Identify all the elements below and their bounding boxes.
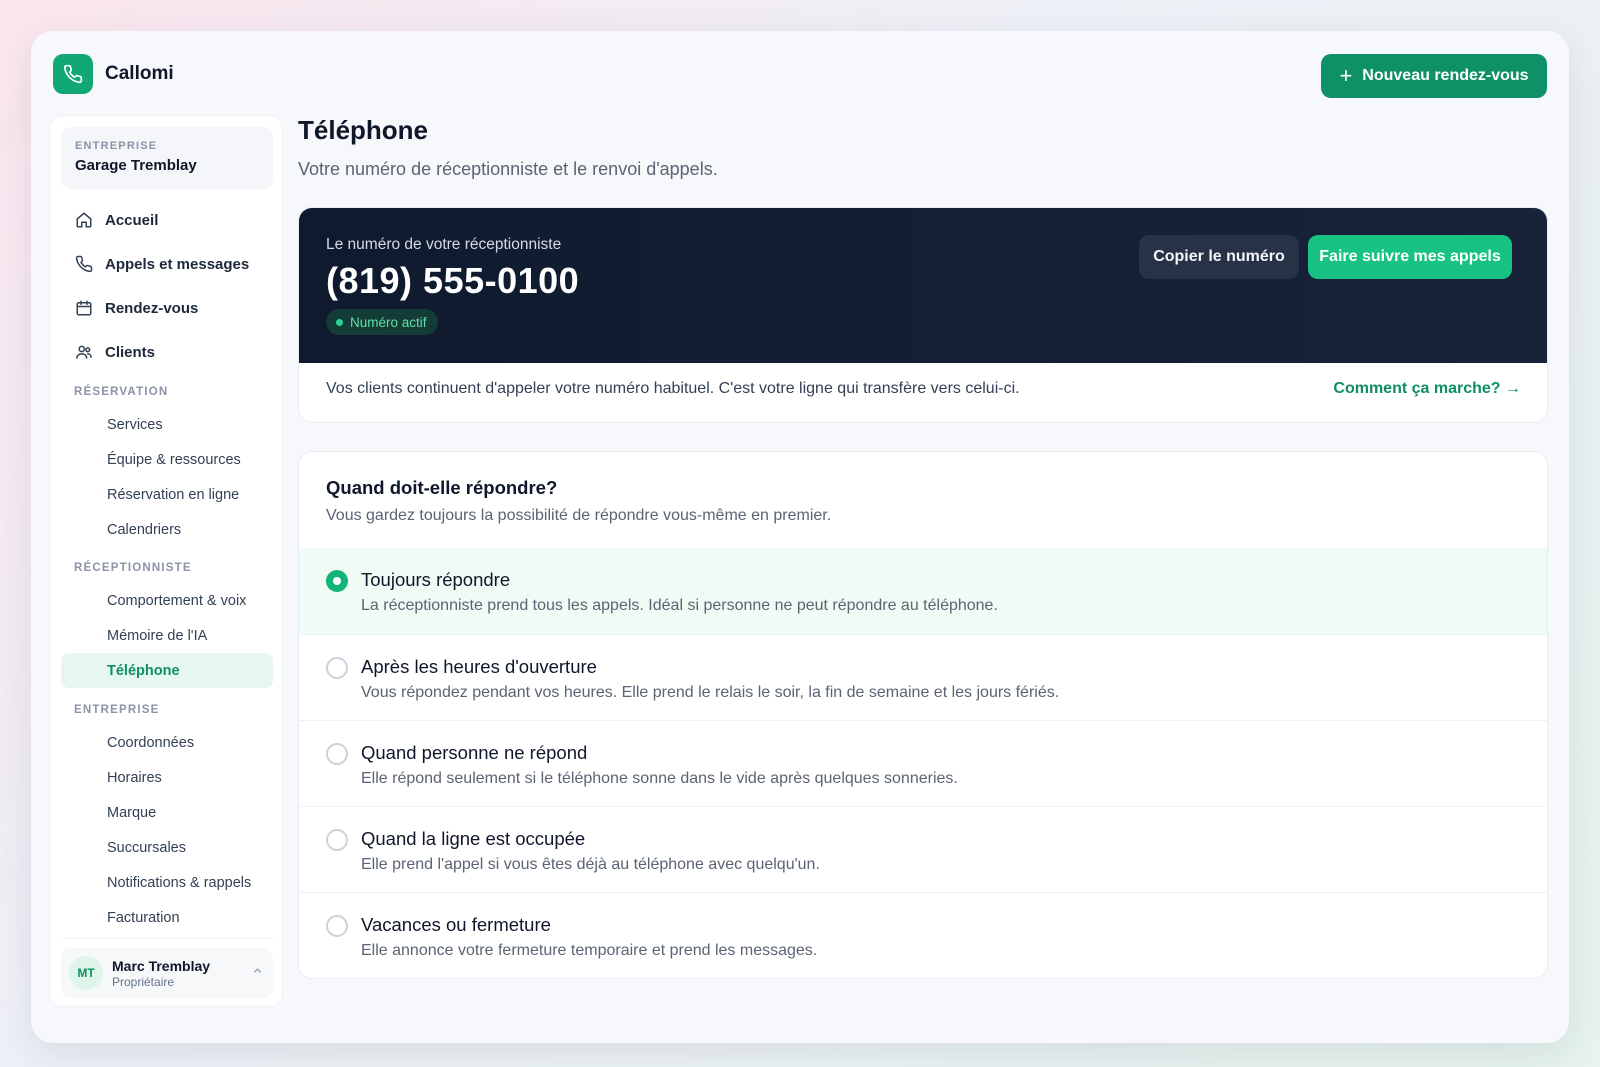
sidebar-item-label: Accueil — [105, 211, 159, 229]
sidebar-item-clients[interactable]: Clients — [61, 330, 273, 374]
how-it-works-link[interactable]: Comment ça marche? → — [1333, 380, 1521, 398]
user-role: Propriétaire — [112, 974, 175, 989]
home-icon — [76, 212, 92, 228]
status-dot-icon — [336, 318, 343, 326]
answer-options-card: Quand doit-elle répondre? Vous gardez to… — [298, 451, 1548, 979]
new-appointment-label: Nouveau rendez-vous — [1362, 67, 1529, 84]
option-title: Après les heures d'ouverture — [361, 656, 597, 677]
option-description: Elle annonce votre fermeture temporaire … — [361, 942, 818, 959]
radio-unselected[interactable] — [326, 829, 348, 851]
sidebar-item-appels[interactable]: Appels et messages — [61, 242, 273, 286]
sidebar-item-succursales[interactable]: Succursales — [61, 830, 273, 865]
number-label: Le numéro de votre réceptionniste — [326, 236, 562, 253]
sidebar-item-accueil[interactable]: Accueil — [61, 198, 273, 242]
company-label: ENTREPRISE — [75, 140, 158, 152]
phone-number: (819) 555-0100 — [326, 260, 580, 301]
page-title: Téléphone — [298, 115, 429, 145]
radio-selected[interactable] — [326, 570, 348, 592]
app-window: Callomi + Nouveau rendez-vous ENTREPRISE… — [31, 31, 1569, 1043]
brand-name: Callomi — [105, 63, 174, 84]
copy-number-button[interactable]: Copier le numéro — [1139, 235, 1299, 279]
option-description: Elle répond seulement si le téléphone so… — [361, 770, 958, 787]
status-label: Numéro actif — [350, 314, 427, 330]
receptionniste-list: Comportement & voix Mémoire de l'IA Télé… — [61, 583, 273, 688]
sidebar-item-facturation[interactable]: Facturation — [61, 900, 273, 935]
sidebar-item-services[interactable]: Services — [61, 407, 273, 442]
company-switcher[interactable]: ENTREPRISE Garage Tremblay — [61, 127, 273, 189]
options-title: Quand doit-elle répondre? — [326, 477, 558, 498]
option-title: Quand la ligne est occupée — [361, 828, 586, 849]
status-badge: Numéro actif — [326, 309, 438, 335]
sidebar-item-label: Clients — [105, 343, 156, 361]
main-nav: Accueil Appels et messages Rendez-vous C… — [61, 198, 273, 374]
phone-icon — [75, 255, 93, 273]
user-menu[interactable]: MT Marc Tremblay Propriétaire — [61, 948, 273, 998]
sidebar-item-rendez-vous[interactable]: Rendez-vous — [61, 286, 273, 330]
section-label-reservation: RÉSERVATION — [74, 386, 169, 398]
radio-unselected[interactable] — [326, 657, 348, 679]
option-description: Elle prend l'appel si vous êtes déjà au … — [361, 856, 820, 873]
sidebar-item-telephone[interactable]: Téléphone — [61, 653, 273, 688]
user-info: Marc Tremblay Propriétaire — [112, 958, 210, 989]
company-name: Garage Tremblay — [75, 157, 197, 174]
chevron-up-icon — [252, 965, 263, 979]
entreprise-list: Coordonnées Horaires Marque Succursales … — [61, 725, 273, 935]
sidebar-item-memoire[interactable]: Mémoire de l'IA — [61, 618, 273, 653]
option-apres-heures[interactable]: Après les heures d'ouverture Vous répond… — [299, 634, 1547, 720]
users-icon — [76, 345, 92, 359]
sidebar-item-coordonnees[interactable]: Coordonnées — [61, 725, 273, 760]
sidebar-item-notifications[interactable]: Notifications & rappels — [61, 865, 273, 900]
option-title: Vacances ou fermeture — [361, 914, 551, 935]
section-label-entreprise: ENTREPRISE — [74, 704, 160, 716]
page-subtitle: Votre numéro de réceptionniste et le ren… — [298, 159, 718, 179]
plus-icon: + — [1339, 63, 1353, 88]
sidebar-item-marque[interactable]: Marque — [61, 795, 273, 830]
receptionist-number-card: Le numéro de votre réceptionniste (819) … — [298, 207, 1548, 423]
phone-logo-icon — [53, 54, 93, 94]
reservation-list: Services Équipe & ressources Réservation… — [61, 407, 273, 547]
new-appointment-button[interactable]: + Nouveau rendez-vous — [1321, 54, 1547, 98]
sidebar-item-calendriers[interactable]: Calendriers — [61, 512, 273, 547]
section-label-receptionniste: RÉCEPTIONNISTE — [74, 562, 192, 574]
number-panel: Le numéro de votre réceptionniste (819) … — [299, 208, 1547, 363]
brand[interactable]: Callomi — [53, 54, 174, 94]
radio-unselected[interactable] — [326, 915, 348, 937]
option-title: Toujours répondre — [361, 569, 511, 590]
options-subtitle: Vous gardez toujours la possibilité de r… — [326, 507, 832, 524]
option-ligne-occupee[interactable]: Quand la ligne est occupée Elle prend l'… — [299, 806, 1547, 892]
forwarding-note: Vos clients continuent d'appeler votre n… — [326, 380, 1020, 397]
sidebar-item-equipe[interactable]: Équipe & ressources — [61, 442, 273, 477]
user-name: Marc Tremblay — [112, 957, 211, 974]
sidebar: ENTREPRISE Garage Tremblay Accueil Appel… — [49, 115, 283, 1007]
sidebar-item-label: Rendez-vous — [105, 299, 199, 317]
option-description: Vous répondez pendant vos heures. Elle p… — [361, 684, 1060, 701]
sidebar-item-reservation-en-ligne[interactable]: Réservation en ligne — [61, 477, 273, 512]
option-vacances[interactable]: Vacances ou fermeture Elle annonce votre… — [299, 892, 1547, 978]
option-description: La réceptionniste prend tous les appels.… — [361, 597, 998, 614]
calendar-icon — [76, 300, 92, 316]
sidebar-item-label: Appels et messages — [105, 255, 250, 273]
option-title: Quand personne ne répond — [361, 742, 588, 763]
option-personne-ne-repond[interactable]: Quand personne ne répond Elle répond seu… — [299, 720, 1547, 806]
avatar: MT — [69, 956, 103, 990]
forward-calls-button[interactable]: Faire suivre mes appels — [1308, 235, 1512, 279]
header: Callomi + Nouveau rendez-vous — [53, 54, 1547, 98]
option-toujours-repondre[interactable]: Toujours répondre La réceptionniste pren… — [299, 548, 1547, 634]
sidebar-item-comportement[interactable]: Comportement & voix — [61, 583, 273, 618]
radio-unselected[interactable] — [326, 743, 348, 765]
sidebar-item-horaires[interactable]: Horaires — [61, 760, 273, 795]
sidebar-divider — [61, 938, 273, 939]
